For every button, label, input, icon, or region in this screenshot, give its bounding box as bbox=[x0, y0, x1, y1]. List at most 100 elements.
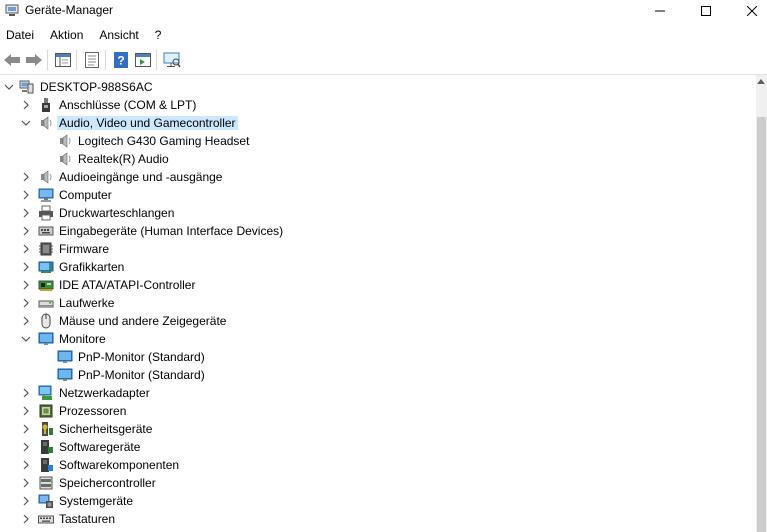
tree-root-desktop[interactable]: DESKTOP-988S6AC bbox=[0, 78, 756, 96]
tree-node-grafikkarten[interactable]: Grafikkarten bbox=[0, 258, 756, 276]
menu-datei[interactable]: Datei bbox=[0, 26, 40, 46]
show-hide-console-tree-icon bbox=[54, 53, 71, 67]
close-button[interactable] bbox=[729, 0, 767, 22]
chevron-right-icon[interactable] bbox=[21, 406, 31, 416]
chevron-right-icon[interactable] bbox=[21, 442, 31, 452]
scrollbar-thumb[interactable] bbox=[757, 117, 766, 532]
properties-icon bbox=[84, 52, 99, 68]
speaker-icon bbox=[60, 134, 71, 148]
tree-node-label: Computer bbox=[59, 188, 112, 202]
action-pane-button[interactable] bbox=[132, 50, 153, 71]
chevron-right-icon[interactable] bbox=[21, 496, 31, 506]
hid-icon bbox=[38, 226, 54, 236]
tree-node-prozessoren[interactable]: Prozessoren bbox=[0, 402, 756, 420]
tree-node-label: Netzwerkadapter bbox=[59, 386, 150, 400]
console-tree-button[interactable] bbox=[52, 50, 73, 71]
chevron-right-icon[interactable] bbox=[21, 478, 31, 488]
chevron-down-icon[interactable] bbox=[21, 334, 31, 344]
device-manager-app-icon bbox=[5, 4, 19, 16]
back-button[interactable] bbox=[1, 50, 22, 71]
chevron-right-icon[interactable] bbox=[21, 208, 31, 218]
monitor-icon bbox=[38, 332, 54, 345]
chevron-right-icon[interactable] bbox=[21, 100, 31, 110]
tree-node-firmware[interactable]: Firmware bbox=[0, 240, 756, 258]
tree-node-computer[interactable]: Computer bbox=[0, 186, 756, 204]
tree-node-label: Mäuse und andere Zeigegeräte bbox=[59, 314, 227, 328]
scan-hardware-button[interactable] bbox=[161, 50, 182, 71]
chevron-right-icon[interactable] bbox=[21, 226, 31, 236]
tree-device-item[interactable]: PnP-Monitor (Standard) bbox=[0, 366, 756, 384]
scroll-up-arrow-icon[interactable] bbox=[757, 79, 765, 84]
tree-root-label: DESKTOP-988S6AC bbox=[40, 80, 153, 94]
tree-node-label: Firmware bbox=[59, 242, 109, 256]
tree-node-label: Systemgeräte bbox=[59, 494, 134, 508]
minimize-button[interactable] bbox=[637, 0, 683, 22]
security-device-icon bbox=[42, 422, 53, 436]
vertical-scrollbar[interactable] bbox=[756, 75, 767, 532]
tree-node-systemger-te[interactable]: Systemgeräte bbox=[0, 492, 756, 510]
device-label: Realtek(R) Audio bbox=[78, 152, 169, 166]
firmware-icon bbox=[39, 242, 53, 256]
chevron-right-icon[interactable] bbox=[21, 388, 31, 398]
chevron-right-icon[interactable] bbox=[21, 460, 31, 470]
tree-node-label: Laufwerke bbox=[59, 296, 115, 310]
port-icon bbox=[42, 98, 50, 112]
tree-node-softwareger-te[interactable]: Softwaregeräte bbox=[0, 438, 756, 456]
tree-node-label: Sicherheitsgeräte bbox=[59, 422, 153, 436]
maximize-button[interactable] bbox=[683, 0, 729, 22]
device-label: PnP-Monitor (Standard) bbox=[78, 350, 205, 364]
tree-node-druckwarteschlangen[interactable]: Druckwarteschlangen bbox=[0, 204, 756, 222]
tree-node-label: Druckwarteschlangen bbox=[59, 206, 175, 220]
tree-node-laufwerke[interactable]: Laufwerke bbox=[0, 294, 756, 312]
tree-node-m-use-und-andere-zeigeger-te[interactable]: Mäuse und andere Zeigegeräte bbox=[0, 312, 756, 330]
device-label: Logitech G430 Gaming Headset bbox=[78, 134, 250, 148]
tree-node-softwarekomponenten[interactable]: Softwarekomponenten bbox=[0, 456, 756, 474]
chevron-right-icon[interactable] bbox=[21, 262, 31, 272]
chevron-right-icon[interactable] bbox=[21, 280, 31, 290]
software-component-icon bbox=[41, 458, 53, 472]
help-icon: ? bbox=[113, 52, 128, 68]
device-label: PnP-Monitor (Standard) bbox=[78, 368, 205, 382]
chevron-right-icon[interactable] bbox=[21, 514, 31, 524]
menu-ansicht[interactable]: Ansicht bbox=[93, 26, 144, 46]
chevron-right-icon[interactable] bbox=[21, 190, 31, 200]
display-adapter-icon bbox=[38, 261, 54, 273]
tree-node-anschl-sse-com-lpt[interactable]: Anschlüsse (COM & LPT) bbox=[0, 96, 756, 114]
computer-root-icon bbox=[19, 80, 34, 94]
tree-node-monitore[interactable]: Monitore bbox=[0, 330, 756, 348]
tree-node-netzwerkadapter[interactable]: Netzwerkadapter bbox=[0, 384, 756, 402]
tree-device-item[interactable]: Logitech G430 Gaming Headset bbox=[0, 132, 756, 150]
tree-device-item[interactable]: Realtek(R) Audio bbox=[0, 150, 756, 168]
chevron-right-icon[interactable] bbox=[21, 244, 31, 254]
chevron-right-icon[interactable] bbox=[21, 298, 31, 308]
tree-node-label: IDE ATA/ATAPI-Controller bbox=[59, 278, 196, 292]
tree-node-audioeing-nge-und-ausg-nge[interactable]: Audioeingänge und -ausgänge bbox=[0, 168, 756, 186]
chevron-down-icon[interactable] bbox=[21, 118, 31, 128]
svg-text:?: ? bbox=[117, 54, 124, 68]
scan-hardware-icon bbox=[163, 52, 181, 68]
tree-node-eingabeger-te-human-interface-devices[interactable]: Eingabegeräte (Human Interface Devices) bbox=[0, 222, 756, 240]
toolbar-separator bbox=[105, 50, 106, 70]
tree-node-sicherheitsger-te[interactable]: Sicherheitsgeräte bbox=[0, 420, 756, 438]
menu-help[interactable]: ? bbox=[149, 26, 168, 46]
computer-icon bbox=[38, 188, 54, 202]
tree-device-item[interactable]: PnP-Monitor (Standard) bbox=[0, 348, 756, 366]
tree-node-ide-ata-atapi-controller[interactable]: IDE ATA/ATAPI-Controller bbox=[0, 276, 756, 294]
forward-button[interactable] bbox=[23, 50, 44, 71]
chevron-right-icon[interactable] bbox=[21, 316, 31, 326]
properties-button[interactable] bbox=[81, 50, 102, 71]
ide-controller-icon bbox=[38, 280, 54, 291]
close-icon bbox=[747, 6, 757, 16]
tree-node-audio-video-und-gamecontroller[interactable]: Audio, Video und Gamecontroller bbox=[0, 114, 756, 132]
storage-controller-icon bbox=[39, 476, 53, 490]
tree-node-speichercontroller[interactable]: Speichercontroller bbox=[0, 474, 756, 492]
tree-node-tastaturen[interactable]: Tastaturen bbox=[0, 510, 756, 528]
chevron-right-icon[interactable] bbox=[21, 172, 31, 182]
minimize-icon bbox=[655, 10, 665, 12]
monitor-icon bbox=[57, 350, 73, 363]
menu-aktion[interactable]: Aktion bbox=[44, 26, 89, 46]
chevron-right-icon[interactable] bbox=[21, 424, 31, 434]
chevron-down-icon[interactable] bbox=[4, 82, 14, 92]
help-button[interactable]: ? bbox=[110, 50, 131, 71]
keyboard-icon bbox=[38, 515, 54, 524]
